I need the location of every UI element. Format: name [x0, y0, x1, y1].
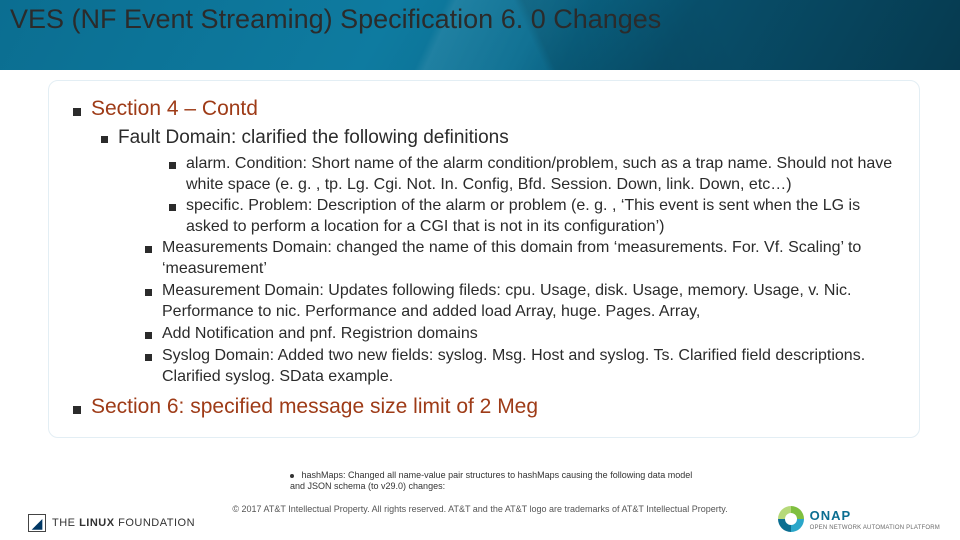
bullet-icon: [290, 474, 294, 478]
slide-title: VES (NF Event Streaming) Specification 6…: [10, 0, 661, 38]
list-item: Add Notification and pnf. Registrion dom…: [145, 323, 899, 344]
fault-domain-intro: Fault Domain: clarified the following de…: [101, 127, 899, 149]
title-band: VES (NF Event Streaming) Specification 6…: [0, 0, 960, 70]
linux-foundation-logo: ◢ THE LINUX FOUNDATION: [28, 514, 195, 532]
list-item-text: Measurement Domain: Updates following fi…: [162, 280, 899, 322]
lf-linux: LINUX: [79, 517, 115, 529]
section6-text: Section 6: specified message size limit …: [91, 395, 538, 419]
level3-group: alarm. Condition: Short name of the alar…: [145, 153, 899, 387]
list-item: Measurement Domain: Updates following fi…: [145, 280, 899, 322]
list-item: Measurements Domain: changed the name of…: [145, 237, 899, 279]
lf-the: THE: [52, 517, 76, 529]
section4-heading-text: Section 4 – Contd: [91, 97, 258, 121]
list-item-text: Measurements Domain: changed the name of…: [162, 237, 899, 279]
fault-defs-group: alarm. Condition: Short name of the alar…: [169, 153, 899, 237]
bullet-icon: [145, 289, 152, 296]
list-item-text: alarm. Condition: Short name of the alar…: [186, 153, 899, 195]
bullet-icon: [101, 136, 108, 143]
lf-foundation: FOUNDATION: [118, 517, 195, 529]
list-item-text: Syslog Domain: Added two new fields: sys…: [162, 345, 899, 387]
onap-subtitle: OPEN NETWORK AUTOMATION PLATFORM: [810, 525, 940, 532]
bullet-icon: [169, 162, 176, 169]
onap-mark-icon: [778, 506, 804, 532]
section6-heading: Section 6: specified message size limit …: [73, 395, 899, 419]
list-item: specific. Problem: Description of the al…: [169, 195, 899, 237]
slide: VES (NF Event Streaming) Specification 6…: [0, 0, 960, 540]
bullet-icon: [73, 406, 81, 414]
fault-domain-intro-text: Fault Domain: clarified the following de…: [118, 127, 509, 149]
bullet-icon: [145, 332, 152, 339]
lf-text: THE LINUX FOUNDATION: [52, 517, 195, 529]
bullet-icon: [73, 108, 81, 116]
lf-mark-icon: ◢: [28, 514, 46, 532]
onap-text-block: ONAP OPEN NETWORK AUTOMATION PLATFORM: [810, 507, 940, 532]
section4-heading: Section 4 – Contd: [73, 97, 899, 121]
bullet-icon: [145, 246, 152, 253]
tiny-footnote-text: hashMaps: Changed all name-value pair st…: [290, 470, 692, 491]
content-card: Section 4 – Contd Fault Domain: clarifie…: [48, 80, 920, 438]
onap-logo: ONAP OPEN NETWORK AUTOMATION PLATFORM: [778, 506, 940, 532]
onap-name: ONAP: [810, 508, 852, 523]
list-item-text: specific. Problem: Description of the al…: [186, 195, 899, 237]
bullet-icon: [169, 204, 176, 211]
list-item-text: Add Notification and pnf. Registrion dom…: [162, 323, 478, 344]
list-item: alarm. Condition: Short name of the alar…: [169, 153, 899, 195]
tiny-footnote: hashMaps: Changed all name-value pair st…: [290, 470, 700, 492]
list-item: Syslog Domain: Added two new fields: sys…: [145, 345, 899, 387]
bullet-icon: [145, 354, 152, 361]
